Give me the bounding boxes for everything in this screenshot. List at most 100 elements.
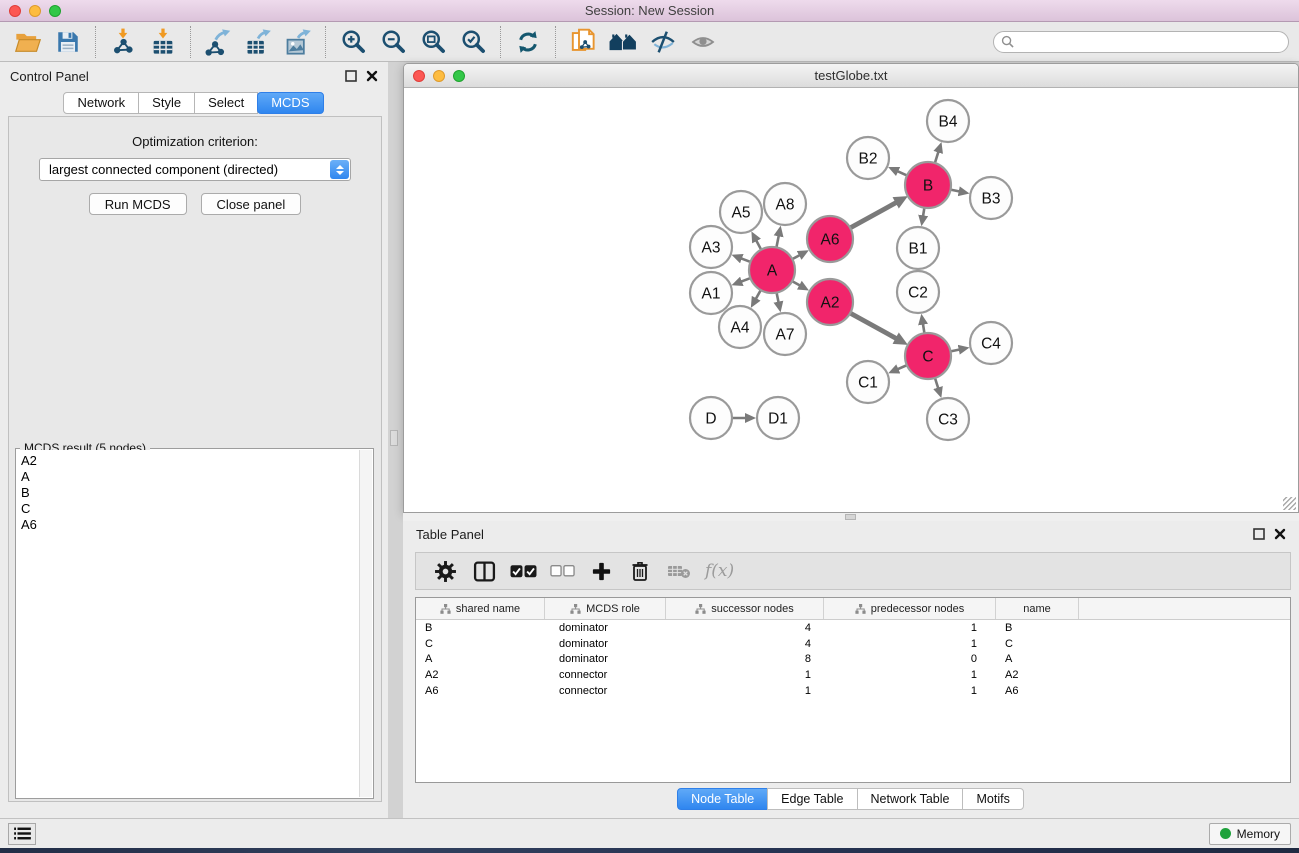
table-row[interactable]: Bdominator41B <box>416 620 1290 636</box>
table-row[interactable]: A2connector11A2 <box>416 667 1290 683</box>
settings-gear-icon[interactable] <box>430 556 460 586</box>
task-history-button[interactable] <box>8 823 36 845</box>
zoom-window-icon[interactable] <box>49 5 61 17</box>
refresh-icon[interactable] <box>508 25 548 59</box>
import-network-icon[interactable] <box>103 25 143 59</box>
tab-mcds[interactable]: MCDS <box>257 92 323 114</box>
column-header-mcds-role[interactable]: MCDS role <box>545 598 666 619</box>
memory-button[interactable]: Memory <box>1209 823 1291 845</box>
delete-table-icon[interactable] <box>664 556 694 586</box>
graph-nodes: B4B2BB3A8A5A6A3B1AA1C2A2A4A7C4CC1C3DD1 <box>690 100 1012 440</box>
open-file-icon[interactable] <box>8 25 48 59</box>
function-builder-icon[interactable]: f(x) <box>703 556 734 586</box>
import-table-icon[interactable] <box>143 25 183 59</box>
cell-predecessor-nodes: 0 <box>824 653 996 665</box>
graph-node-label-B1: B1 <box>909 241 928 258</box>
window-titlebar[interactable]: Session: New Session <box>0 0 1299 22</box>
zoom-fit-icon[interactable] <box>413 25 453 59</box>
mcds-result-item[interactable]: A2 <box>21 453 358 469</box>
table-row[interactable]: A6connector11A6 <box>416 683 1290 699</box>
save-session-icon[interactable] <box>48 25 88 59</box>
float-table-panel-icon[interactable] <box>1253 528 1265 540</box>
mcds-result-item[interactable]: C <box>21 501 358 517</box>
table-row[interactable]: Adominator80A <box>416 652 1290 668</box>
select-all-checkboxes-icon[interactable] <box>508 556 538 586</box>
status-bar: Memory <box>0 818 1299 848</box>
horizontal-splitter-handle[interactable] <box>845 514 856 520</box>
vertical-splitter-handle[interactable] <box>390 430 398 446</box>
tab-motifs[interactable]: Motifs <box>962 788 1023 810</box>
network-canvas[interactable]: B4B2BB3A8A5A6A3B1AA1C2A2A4A7C4CC1C3DD1 <box>404 88 1298 512</box>
search-box[interactable] <box>993 31 1289 53</box>
column-header-successor-nodes[interactable]: successor nodes <box>666 598 824 619</box>
table-row[interactable]: Cdominator41C <box>416 636 1290 652</box>
zoom-selected-icon[interactable] <box>453 25 493 59</box>
cell-shared-name: C <box>416 638 545 650</box>
graph-node-label-A7: A7 <box>776 327 795 344</box>
delete-column-trash-icon[interactable] <box>625 556 655 586</box>
minimize-network-window-icon[interactable] <box>433 70 445 82</box>
run-mcds-button[interactable]: Run MCDS <box>89 193 187 215</box>
cell-shared-name: A6 <box>416 685 545 697</box>
cell-mcds-role: dominator <box>545 653 666 665</box>
memory-status-icon <box>1220 828 1231 839</box>
close-panel-icon[interactable] <box>366 70 378 82</box>
graph-svg: B4B2BB3A8A5A6A3B1AA1C2A2A4A7C4CC1C3DD1 <box>404 88 1298 512</box>
export-image-icon[interactable] <box>278 25 318 59</box>
cell-name: A6 <box>996 685 1079 697</box>
control-panel-title: Control Panel <box>10 69 89 84</box>
show-graphics-details-icon[interactable] <box>683 25 723 59</box>
add-column-icon[interactable] <box>586 556 616 586</box>
column-header-shared-name[interactable]: shared name <box>416 598 545 619</box>
table-panel-title: Table Panel <box>416 527 484 542</box>
cell-shared-name: A2 <box>416 669 545 681</box>
minimize-window-icon[interactable] <box>29 5 41 17</box>
tab-select[interactable]: Select <box>194 92 258 114</box>
toolbar-separator <box>95 26 96 58</box>
cell-shared-name: B <box>416 622 545 634</box>
zoom-network-window-icon[interactable] <box>453 70 465 82</box>
column-header-name[interactable]: name <box>996 598 1079 619</box>
mcds-result-list[interactable]: A2ABCA6 <box>17 450 358 797</box>
hide-graphics-details-icon[interactable] <box>643 25 683 59</box>
window-resize-grip[interactable] <box>1283 497 1296 510</box>
export-table-icon[interactable] <box>238 25 278 59</box>
graph-node-label-A5: A5 <box>732 205 751 222</box>
home-icon[interactable] <box>603 25 643 59</box>
dropdown-stepper-icon <box>330 160 349 179</box>
cell-successor-nodes: 1 <box>666 685 824 697</box>
criterion-dropdown[interactable]: largest connected component (directed) <box>39 158 351 181</box>
close-network-window-icon[interactable] <box>413 70 425 82</box>
column-header-predecessor-nodes[interactable]: predecessor nodes <box>824 598 996 619</box>
tab-network-table[interactable]: Network Table <box>857 788 964 810</box>
tab-style[interactable]: Style <box>138 92 195 114</box>
mcds-result-item[interactable]: A <box>21 469 358 485</box>
export-network-icon[interactable] <box>198 25 238 59</box>
application-window: Session: New Session <box>0 0 1299 853</box>
mcds-result-item[interactable]: B <box>21 485 358 501</box>
tab-node-table[interactable]: Node Table <box>677 788 768 810</box>
open-session-file-icon[interactable] <box>563 25 603 59</box>
mcds-result-item[interactable]: A6 <box>21 517 358 533</box>
close-panel-button[interactable]: Close panel <box>201 193 302 215</box>
split-panel-icon[interactable] <box>469 556 499 586</box>
main-toolbar <box>0 22 1299 62</box>
network-window-titlebar[interactable]: testGlobe.txt <box>404 64 1298 88</box>
tab-network[interactable]: Network <box>63 92 139 114</box>
table-panel-tabs: Node TableEdge TableNetwork TableMotifs <box>403 788 1299 810</box>
cell-name: C <box>996 638 1079 650</box>
cell-mcds-role: connector <box>545 669 666 681</box>
float-panel-icon[interactable] <box>345 70 357 82</box>
deselect-all-checkboxes-icon[interactable] <box>547 556 577 586</box>
table-panel: Table Panel <box>403 521 1299 818</box>
result-scrollbar[interactable] <box>359 450 372 797</box>
column-hierarchy-icon <box>855 604 866 614</box>
search-input[interactable] <box>1014 35 1288 49</box>
close-table-panel-icon[interactable] <box>1274 528 1286 540</box>
tab-edge-table[interactable]: Edge Table <box>767 788 857 810</box>
zoom-in-icon[interactable] <box>333 25 373 59</box>
mcds-result-box: MCDS result (5 nodes) A2ABCA6 <box>15 448 374 799</box>
column-hierarchy-icon <box>695 604 706 614</box>
close-window-icon[interactable] <box>9 5 21 17</box>
zoom-out-icon[interactable] <box>373 25 413 59</box>
